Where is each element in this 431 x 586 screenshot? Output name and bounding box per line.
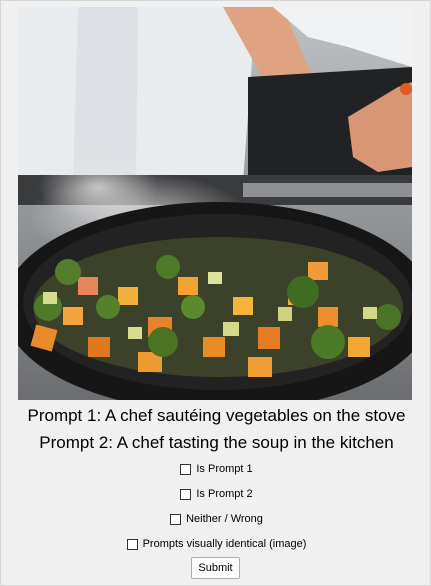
- option-is-prompt-2[interactable]: Is Prompt 2: [1, 487, 431, 504]
- app-window: Prompt 1: A chef sautéing vegetables on …: [0, 0, 431, 586]
- checkbox-is-prompt-1[interactable]: [180, 463, 192, 475]
- prompt-2-text: Prompt 2: A chef tasting the soup in the…: [39, 433, 394, 452]
- option-neither-wrong[interactable]: Neither / Wrong: [1, 512, 431, 529]
- option-prompts-identical-label: Prompts visually identical (image): [142, 538, 307, 550]
- generated-image: [18, 7, 412, 400]
- option-is-prompt-2-label: Is Prompt 2: [196, 488, 253, 500]
- checkbox-prompts-identical[interactable]: [126, 538, 138, 550]
- option-neither-wrong-label: Neither / Wrong: [186, 513, 263, 525]
- chef-cooking-photo: [18, 7, 412, 400]
- option-is-prompt-1[interactable]: Is Prompt 1: [1, 462, 431, 479]
- submit-button[interactable]: Submit: [191, 557, 240, 579]
- checkbox-is-prompt-2[interactable]: [180, 488, 192, 500]
- checkbox-neither-wrong[interactable]: [170, 513, 182, 525]
- option-is-prompt-1-label: Is Prompt 1: [196, 463, 253, 475]
- prompt-1-text: Prompt 1: A chef sautéing vegetables on …: [27, 406, 406, 425]
- option-prompts-identical[interactable]: Prompts visually identical (image): [1, 537, 431, 554]
